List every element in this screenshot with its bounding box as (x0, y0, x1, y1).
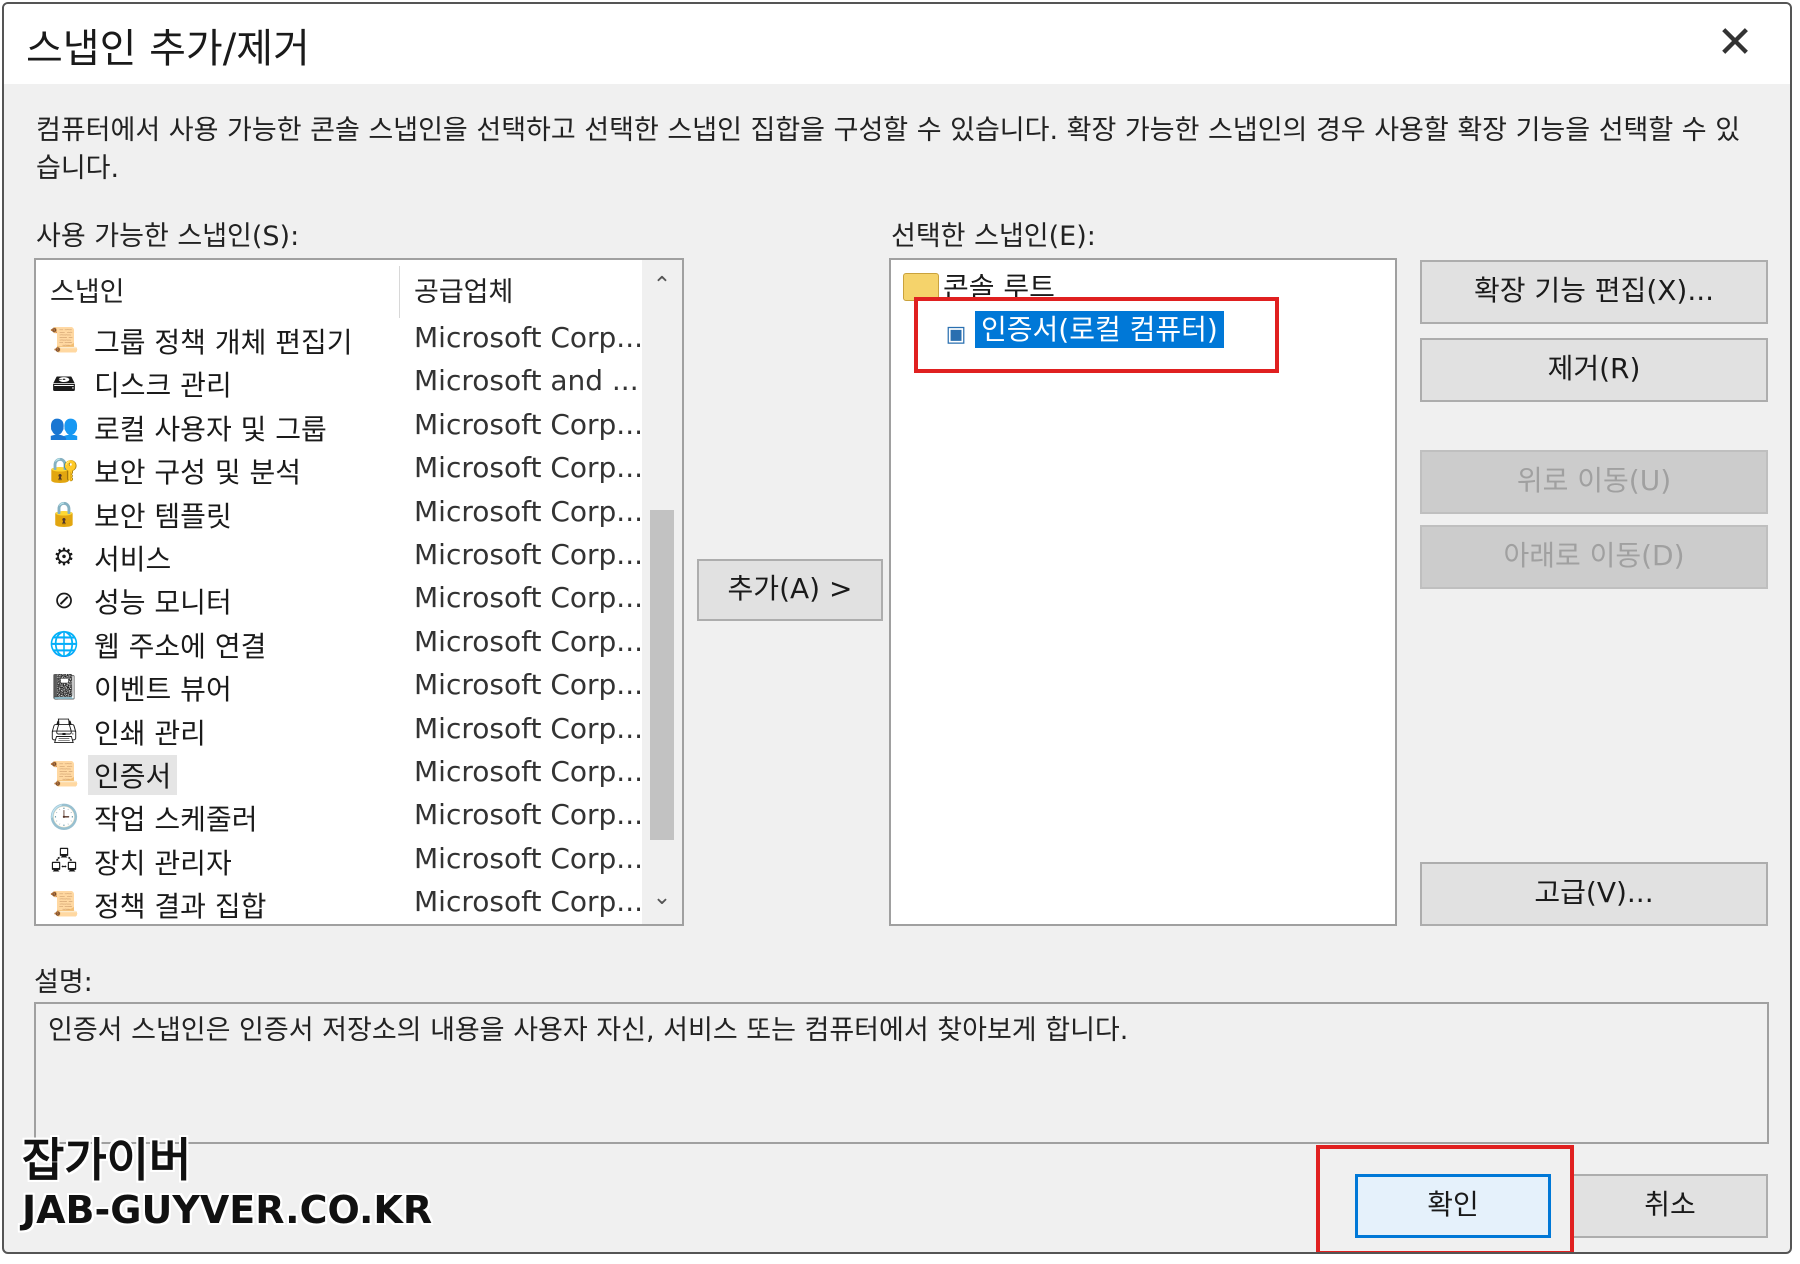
description-label: 설명: (34, 967, 93, 998)
annotation-box-ok (1316, 1145, 1574, 1252)
snapin-vendor: Microsoft Corp... (414, 581, 643, 615)
list-item[interactable]: ⚙ 서비스 Microsoft Corp... (36, 535, 643, 578)
scroll-down-icon[interactable]: ⌄ (642, 878, 682, 918)
list-item[interactable]: 📓 이벤트 뷰어 Microsoft Corp... (36, 665, 643, 708)
security-template-icon: 🔒 (49, 499, 79, 528)
add-button[interactable]: 추가(A) > (697, 559, 883, 621)
certificate-icon: 📜 (49, 759, 79, 788)
annotation-box-selected-snapin (914, 297, 1279, 373)
snapin-name: 성능 모니터 (94, 586, 232, 620)
snapin-name: 로컬 사용자 및 그룹 (94, 412, 327, 446)
scroll-up-icon[interactable]: ⌃ (642, 266, 682, 306)
snapin-name: 인쇄 관리 (94, 716, 206, 750)
list-item[interactable]: 🔒 보안 템플릿 Microsoft Corp... (36, 492, 643, 535)
snapin-name: 정책 결과 집합 (94, 890, 267, 924)
snapin-vendor: Microsoft Corp... (414, 494, 643, 528)
list-item[interactable]: 🖴 디스크 관리 Microsoft and ... (36, 361, 639, 404)
cancel-button[interactable]: 취소 (1572, 1174, 1768, 1238)
policy-result-icon: 📜 (49, 890, 79, 919)
watermark-url: JAB-GUYVER.CO.KR (22, 1188, 433, 1232)
scroll-thumb[interactable] (650, 510, 674, 840)
snapin-name: 장치 관리자 (94, 846, 232, 880)
list-item[interactable]: 🖨 인쇄 관리 Microsoft Corp... (36, 709, 643, 752)
snapin-name: 웹 주소에 연결 (94, 629, 267, 663)
remove-button[interactable]: 제거(R) (1420, 338, 1768, 402)
watermark-brand: 잡가이버 (22, 1133, 192, 1187)
snapin-vendor: Microsoft Corp... (414, 754, 643, 788)
snapin-vendor: Microsoft Corp... (414, 798, 643, 832)
snapin-vendor: Microsoft and ... (414, 364, 639, 398)
disk-icon: 🖴 (51, 369, 77, 398)
description-text: 인증서 스냅인은 인증서 저장소의 내용을 사용자 자신, 서비스 또는 컴퓨터… (48, 1015, 1129, 1046)
snapin-name: 인증서 (88, 754, 178, 795)
dialog-title: 스냅인 추가/제거 (26, 26, 310, 72)
snapin-vendor: Microsoft Corp... (414, 407, 643, 441)
snapin-name: 작업 스케줄러 (94, 803, 258, 837)
services-gear-icon: ⚙ (53, 542, 75, 571)
snapin-vendor: Microsoft Corp... (414, 624, 643, 658)
column-header-snapin[interactable]: 스냅인 (50, 270, 125, 309)
snapin-vendor: Microsoft Corp... (414, 451, 643, 485)
snapin-vendor: Microsoft Corp... (414, 711, 643, 745)
column-divider[interactable] (399, 266, 400, 318)
vertical-scrollbar[interactable]: ⌃ ⌄ (642, 260, 682, 924)
security-analysis-icon: 🔐 (49, 456, 79, 485)
selected-snapins-label: 선택한 스냅인(E): (891, 221, 1096, 252)
snapin-name: 보안 템플릿 (94, 499, 232, 533)
event-viewer-icon: 📓 (49, 673, 79, 702)
snapin-name: 보안 구성 및 분석 (94, 456, 302, 490)
description-box: 인증서 스냅인은 인증서 저장소의 내용을 사용자 자신, 서비스 또는 컴퓨터… (34, 1002, 1769, 1144)
snapin-name: 그룹 정책 개체 편집기 (94, 326, 353, 359)
printer-icon: 🖨 (48, 716, 80, 745)
column-header-vendor[interactable]: 공급업체 (414, 270, 513, 309)
web-link-icon: 🌐 (49, 629, 79, 658)
device-manager-icon: 🖧 (50, 846, 78, 875)
policy-icon: 📜 (49, 326, 79, 354)
users-icon: 👥 (49, 412, 79, 441)
list-item[interactable]: 📜 정책 결과 집합 Microsoft Corp... (36, 882, 643, 924)
list-item[interactable]: 🌐 웹 주소에 연결 Microsoft Corp... (36, 622, 643, 665)
list-item[interactable]: 🖧 장치 관리자 Microsoft Corp... (36, 839, 643, 882)
move-down-button[interactable]: 아래로 이동(D) (1420, 525, 1768, 589)
performance-monitor-icon: ⊘ (53, 586, 75, 615)
snapin-vendor: Microsoft Corp... (414, 537, 643, 571)
list-item[interactable]: ⊘ 성능 모니터 Microsoft Corp... (36, 578, 643, 621)
list-item[interactable]: 📜 인증서 Microsoft Corp... (36, 752, 643, 795)
close-icon[interactable]: ✕ (1710, 18, 1760, 68)
list-item[interactable]: 👥 로컬 사용자 및 그룹 Microsoft Corp... (36, 405, 643, 448)
intro-text: 컴퓨터에서 사용 가능한 콘솔 스냅인을 선택하고 선택한 스냅인 집합을 구성… (36, 115, 1741, 184)
snapin-vendor: Microsoft Corp... (414, 321, 643, 354)
list-item[interactable]: 📜 그룹 정책 개체 편집기 Microsoft Corp... (36, 318, 643, 361)
snapin-name: 이벤트 뷰어 (94, 673, 232, 707)
title-bar: 스냅인 추가/제거 ✕ (4, 4, 1790, 84)
snapin-name: 서비스 (94, 542, 172, 576)
snapin-rows: 📜 그룹 정책 개체 편집기 Microsoft Corp... 🖴 디스크 관리 Mic… (36, 318, 643, 924)
snapin-vendor: Microsoft Corp... (414, 668, 643, 702)
list-item[interactable]: 🔐 보안 구성 및 분석 Microsoft Corp... (36, 448, 643, 491)
available-snapins-label: 사용 가능한 스냅인(S): (36, 221, 300, 252)
advanced-button[interactable]: 고급(V)... (1420, 862, 1768, 926)
snapin-vendor: Microsoft Corp... (414, 841, 643, 875)
clock-icon: 🕒 (49, 803, 79, 832)
edit-extensions-button[interactable]: 확장 기능 편집(X)... (1420, 260, 1768, 324)
add-remove-snapins-dialog: 스냅인 추가/제거 ✕ 컴퓨터에서 사용 가능한 콘솔 스냅인을 선택하고 선택… (2, 2, 1792, 1254)
snapin-vendor: Microsoft Corp... (414, 885, 643, 919)
move-up-button[interactable]: 위로 이동(U) (1420, 450, 1768, 514)
list-item[interactable]: 🕒 작업 스케줄러 Microsoft Corp... (36, 795, 643, 838)
snapin-name: 디스크 관리 (94, 369, 232, 403)
available-snapins-list[interactable]: 스냅인 공급업체 📜 그룹 정책 개체 편집기 Microsoft Corp... 🖴… (34, 258, 684, 926)
